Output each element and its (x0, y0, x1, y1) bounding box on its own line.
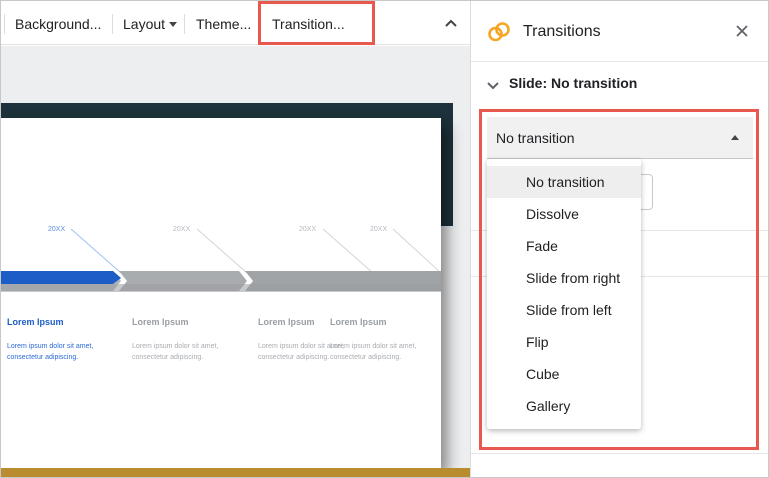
toolbar-separator (112, 14, 113, 34)
panel-title: Transitions (523, 23, 601, 40)
toolbar-separator (184, 14, 185, 34)
timeline-marker-line (196, 228, 248, 274)
caret-down-icon (169, 22, 178, 27)
timeline-heading: Lorem Ipsum (132, 317, 189, 327)
slide-canvas: 20XX 20XX 20XX 20XX Lorem Ipsum Lorem Ip… (1, 46, 470, 477)
timeline-marker-line (322, 228, 374, 274)
timeline-year: 20XX (370, 226, 388, 233)
timeline-heading: Lorem Ipsum (7, 317, 64, 327)
chevron-up-icon[interactable] (441, 14, 461, 34)
app-window: Background... Layout Theme... Transition… (0, 0, 769, 478)
background-button-label: Background... (15, 16, 102, 32)
slide-toolbar: Background... Layout Theme... Transition… (1, 1, 470, 45)
slide-preview[interactable]: 20XX 20XX 20XX 20XX Lorem Ipsum Lorem Ip… (1, 118, 441, 468)
theme-button-label: Theme... (196, 16, 252, 32)
transitions-icon (487, 21, 511, 43)
timeline-marker-line (70, 228, 122, 274)
timeline-year: 20XX (173, 226, 191, 233)
timeline-body: Lorem ipsum dolor sit amet, consectetur … (7, 343, 94, 361)
timeline-marker-line (392, 228, 441, 274)
theme-button[interactable]: Theme... (196, 1, 251, 45)
slide-gold-band (1, 468, 470, 477)
highlight-box-dropdown (479, 109, 759, 450)
timeline-year: 20XX (48, 226, 66, 233)
toolbar-separator (4, 14, 5, 34)
timeline-year: 20XX (299, 226, 317, 233)
timeline-heading: Lorem Ipsum (330, 317, 387, 327)
highlight-box-transition-button (258, 1, 375, 45)
background-button[interactable]: Background... (15, 1, 101, 45)
section-label: Slide: No transition (509, 75, 638, 91)
timeline-body: Lorem ipsum dolor sit amet, consectetur … (132, 343, 219, 361)
divider (471, 453, 768, 454)
layout-button[interactable]: Layout (123, 1, 178, 45)
layout-button-label: Layout (123, 16, 166, 32)
chevron-down-icon (487, 78, 499, 90)
slide-transition-section[interactable]: Slide: No transition (471, 61, 768, 103)
timeline-graphic (1, 228, 441, 292)
timeline-body: Lorem ipsum dolor sit amet, consectetur … (330, 343, 417, 361)
close-icon[interactable] (734, 23, 750, 39)
timeline-arrow-base (1, 284, 441, 292)
timeline-arrow-active (1, 271, 121, 284)
timeline-heading: Lorem Ipsum (258, 317, 315, 327)
